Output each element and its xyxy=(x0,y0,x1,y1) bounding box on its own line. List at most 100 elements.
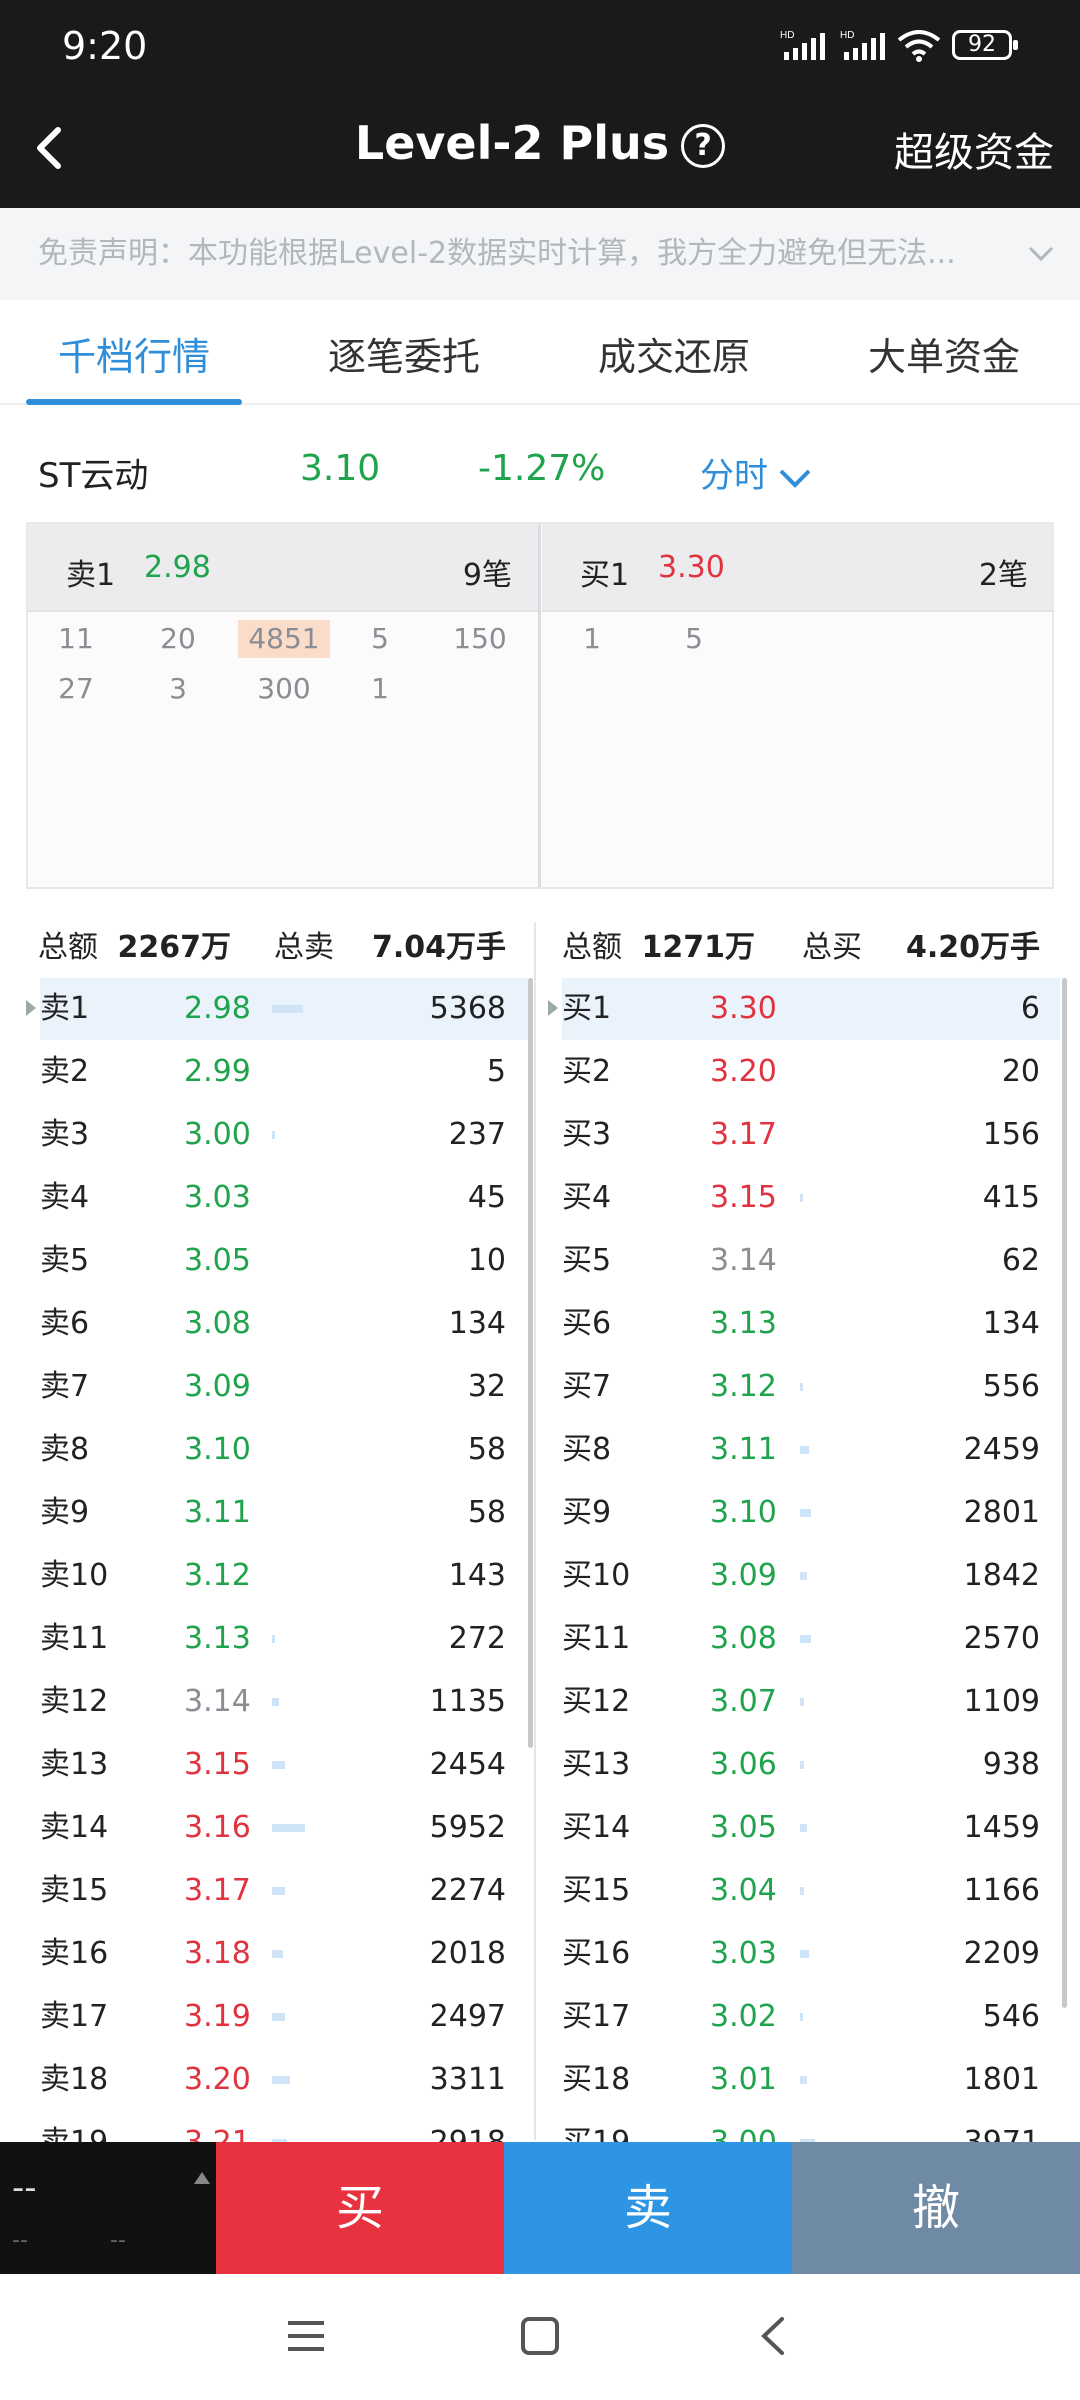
buy-quantity: 20 xyxy=(1001,1054,1040,1089)
help-icon[interactable]: ? xyxy=(681,124,726,168)
sell-row[interactable]: 卖17 3.19 2497 xyxy=(40,1986,528,2048)
sell-queue-count: 9笔 xyxy=(462,558,512,593)
buy-quantity: 1166 xyxy=(963,1873,1040,1908)
buy-row[interactable]: 买10 3.09 1842 xyxy=(562,1545,1060,1607)
buy-row[interactable]: 买15 3.04 1166 xyxy=(562,1860,1060,1922)
timeframe-label: 分时 xyxy=(700,456,768,496)
sell-row[interactable]: 卖7 3.09 32 xyxy=(40,1356,528,1418)
buy-level-label: 买2 xyxy=(562,1054,612,1089)
disclaimer-bar[interactable]: 免责声明：本功能根据Level-2数据实时计算，我方全力避免但无法... xyxy=(0,208,1080,300)
nav-bar: Level-2 Plus? 超级资金 xyxy=(0,90,1080,208)
buy-row[interactable]: 买9 3.10 2801 xyxy=(562,1482,1060,1544)
sell-row[interactable]: 卖2 2.99 5 xyxy=(40,1041,528,1103)
sell-level-label: 卖17 xyxy=(40,1999,109,2034)
sell-row[interactable]: 卖18 3.20 3311 xyxy=(40,2049,528,2111)
status-time: 9:20 xyxy=(62,24,148,68)
buy-button[interactable]: 买 xyxy=(216,2142,504,2274)
sell-quantity: 45 xyxy=(467,1180,506,1215)
tab-order-book[interactable]: 千档行情 xyxy=(58,326,210,381)
buy-queue-price: 3.30 xyxy=(658,550,725,585)
sell-row[interactable]: 卖15 3.17 2274 xyxy=(40,1860,528,1922)
back-nav-icon[interactable] xyxy=(756,2316,792,2356)
buy-row[interactable]: 买2 3.20 20 xyxy=(562,1041,1060,1103)
expand-up-icon[interactable] xyxy=(194,2172,210,2184)
buy-row[interactable]: 买11 3.08 2570 xyxy=(562,1608,1060,1670)
buy-row[interactable]: 买1 3.30 6 xyxy=(548,978,1060,1040)
position-sub1: -- xyxy=(12,2228,28,2253)
buy-price: 3.04 xyxy=(710,1873,777,1908)
sell-row[interactable]: 卖4 3.03 45 xyxy=(40,1167,528,1229)
buy-level-label: 买12 xyxy=(562,1684,631,1719)
buy-total: 4.20万手 xyxy=(906,922,1040,966)
buy-queue: 买1 3.30 2笔 1 5 xyxy=(542,524,1054,887)
menu-icon[interactable] xyxy=(286,2318,326,2354)
sell-price: 3.19 xyxy=(184,1999,251,2034)
sell-row[interactable]: 卖5 3.05 10 xyxy=(40,1230,528,1292)
sell-row[interactable]: 卖1 2.98 5368 xyxy=(26,978,528,1040)
sell-price: 3.16 xyxy=(184,1810,251,1845)
buy-row[interactable]: 买17 3.02 546 xyxy=(562,1986,1060,2048)
buy-volume-bar xyxy=(800,2076,807,2084)
sell-row[interactable]: 卖14 3.16 5952 xyxy=(40,1797,528,1859)
buy-row[interactable]: 买12 3.07 1109 xyxy=(562,1671,1060,1733)
sell-row[interactable]: 卖9 3.11 58 xyxy=(40,1482,528,1544)
buy-summary: 总额 1271万 xyxy=(562,922,755,966)
buy-row[interactable]: 买18 3.01 1801 xyxy=(562,2049,1060,2111)
buy-price: 3.14 xyxy=(710,1243,777,1278)
sell-row[interactable]: 卖16 3.18 2018 xyxy=(40,1923,528,1985)
sell-row[interactable]: 卖13 3.15 2454 xyxy=(40,1734,528,1796)
sell-volume-bar xyxy=(272,1635,275,1643)
sell-row[interactable]: 卖11 3.13 272 xyxy=(40,1608,528,1670)
sell-quantity: 143 xyxy=(448,1558,506,1593)
buy-row[interactable]: 买7 3.12 556 xyxy=(562,1356,1060,1418)
buy-row[interactable]: 买8 3.11 2459 xyxy=(562,1419,1060,1481)
sell-button[interactable]: 卖 xyxy=(504,2142,792,2274)
sell-price: 3.17 xyxy=(184,1873,251,1908)
sell-level-label: 卖3 xyxy=(40,1117,90,1152)
sell-price: 3.00 xyxy=(184,1117,251,1152)
buy-quantity: 415 xyxy=(982,1180,1040,1215)
buy-quantity: 2801 xyxy=(963,1495,1040,1530)
buy-row[interactable]: 买6 3.13 134 xyxy=(562,1293,1060,1355)
buy-level-label: 买6 xyxy=(562,1306,612,1341)
buy-row[interactable]: 买13 3.06 938 xyxy=(562,1734,1060,1796)
sell-row[interactable]: 卖12 3.14 1135 xyxy=(40,1671,528,1733)
buy-volume-bar xyxy=(800,1509,811,1517)
tab-trade-replay[interactable]: 成交还原 xyxy=(598,326,750,381)
sell-row[interactable]: 卖8 3.10 58 xyxy=(40,1419,528,1481)
buy-row[interactable]: 买4 3.15 415 xyxy=(562,1167,1060,1229)
tab-tick-orders[interactable]: 逐笔委托 xyxy=(328,326,480,381)
buy-level-label: 买11 xyxy=(562,1621,631,1656)
status-bar: 9:20 HD HD 92 xyxy=(0,0,1080,90)
chevron-down-icon[interactable] xyxy=(1026,238,1056,268)
sell-volume-bar xyxy=(272,1005,303,1013)
sell-row[interactable]: 卖6 3.08 134 xyxy=(40,1293,528,1355)
buy-level-label: 买8 xyxy=(562,1432,612,1467)
buy-row[interactable]: 买3 3.17 156 xyxy=(562,1104,1060,1166)
buy-price: 3.07 xyxy=(710,1684,777,1719)
svg-text:HD: HD xyxy=(840,30,854,41)
super-funds-button[interactable]: 超级资金 xyxy=(894,120,1054,178)
buy-row[interactable]: 买5 3.14 62 xyxy=(562,1230,1060,1292)
buy-scrollbar[interactable] xyxy=(1062,978,1067,2008)
queue-order: 150 xyxy=(453,622,507,655)
sell-price: 2.99 xyxy=(184,1054,251,1089)
buy-price: 3.02 xyxy=(710,1999,777,2034)
buy-row[interactable]: 买16 3.03 2209 xyxy=(562,1923,1060,1985)
buy-price: 3.12 xyxy=(710,1369,777,1404)
cancel-order-button[interactable]: 撤 xyxy=(792,2142,1080,2274)
buy-level-label: 买4 xyxy=(562,1180,612,1215)
sell-row[interactable]: 卖10 3.12 143 xyxy=(40,1545,528,1607)
tab-big-order-funds[interactable]: 大单资金 xyxy=(868,326,1020,381)
buy-level-label: 买13 xyxy=(562,1747,631,1782)
sell-quantity: 5952 xyxy=(429,1810,506,1845)
position-info[interactable]: -- -- -- xyxy=(0,2142,216,2274)
sell-level-label: 卖11 xyxy=(40,1621,109,1656)
sell-row[interactable]: 卖3 3.00 237 xyxy=(40,1104,528,1166)
timeframe-select[interactable]: 分时 xyxy=(700,448,812,497)
buy-row[interactable]: 买14 3.05 1459 xyxy=(562,1797,1060,1859)
sell-queue: 卖1 2.98 9笔 11 20 4851 5 150 27 3 300 1 xyxy=(28,524,541,887)
wifi-icon xyxy=(897,30,941,62)
home-icon[interactable] xyxy=(520,2316,560,2356)
sell-scrollbar[interactable] xyxy=(528,978,533,1748)
